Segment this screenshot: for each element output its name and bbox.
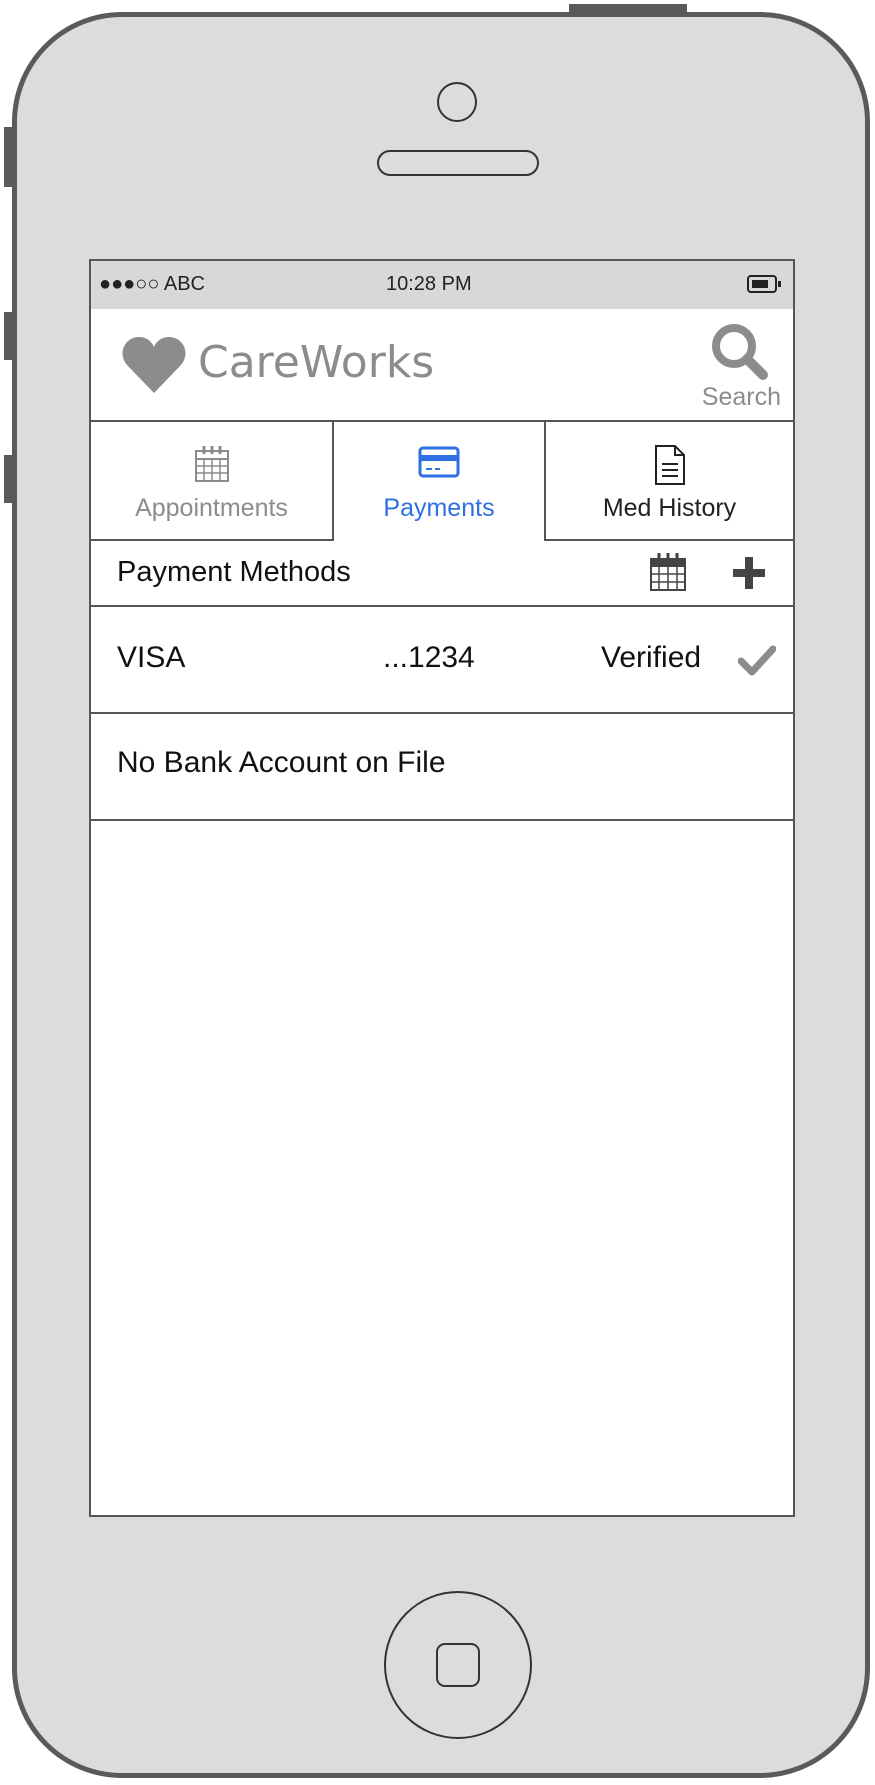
tab-label: Appointments [135, 494, 288, 522]
tab-appointments[interactable]: Appointments [91, 422, 332, 539]
app-title: CareWorks [198, 337, 435, 388]
payment-method-row[interactable]: VISA ...1234 Verified [91, 607, 793, 714]
search-label: Search [701, 383, 781, 411]
front-camera [437, 82, 477, 122]
check-icon [738, 645, 776, 676]
bank-account-message: No Bank Account on File [117, 746, 446, 779]
tab-label: Med History [602, 494, 737, 522]
screen: ●●●○○ ABC 10:28 PM CareWorks Search Appo… [89, 259, 795, 1517]
home-button[interactable] [384, 1591, 532, 1739]
app-header: CareWorks Search [91, 309, 793, 422]
status-bar: ●●●○○ ABC 10:28 PM [91, 261, 793, 309]
payment-methods-header: Payment Methods [91, 541, 793, 607]
search-icon [712, 324, 768, 380]
volume-down-button [4, 455, 13, 503]
credit-card-icon [418, 446, 460, 478]
tab-payments[interactable]: Payments [332, 422, 546, 541]
power-button [569, 4, 687, 13]
bank-account-row[interactable]: No Bank Account on File [91, 714, 793, 821]
home-button-icon [436, 1643, 480, 1687]
section-title: Payment Methods [117, 556, 351, 588]
signal-indicator: ●●●○○ ABC [99, 273, 205, 295]
calendar-icon [194, 446, 229, 482]
tab-label: Payments [383, 494, 495, 522]
document-icon [654, 445, 685, 485]
tab-bar: Appointments Payments Med History [91, 422, 793, 541]
clock: 10:28 PM [386, 273, 472, 295]
earpiece-speaker [377, 150, 539, 176]
calendar-icon[interactable] [647, 551, 689, 593]
card-brand: VISA [117, 641, 186, 674]
mute-switch [4, 127, 13, 187]
heart-icon [122, 337, 186, 393]
tab-med-history[interactable]: Med History [546, 422, 793, 539]
battery-icon [747, 275, 781, 293]
status-badge: Verified [601, 641, 702, 674]
search-button[interactable]: Search [685, 321, 781, 411]
card-number: ...1234 [383, 641, 475, 674]
volume-up-button [4, 312, 13, 360]
plus-icon[interactable] [731, 555, 767, 591]
